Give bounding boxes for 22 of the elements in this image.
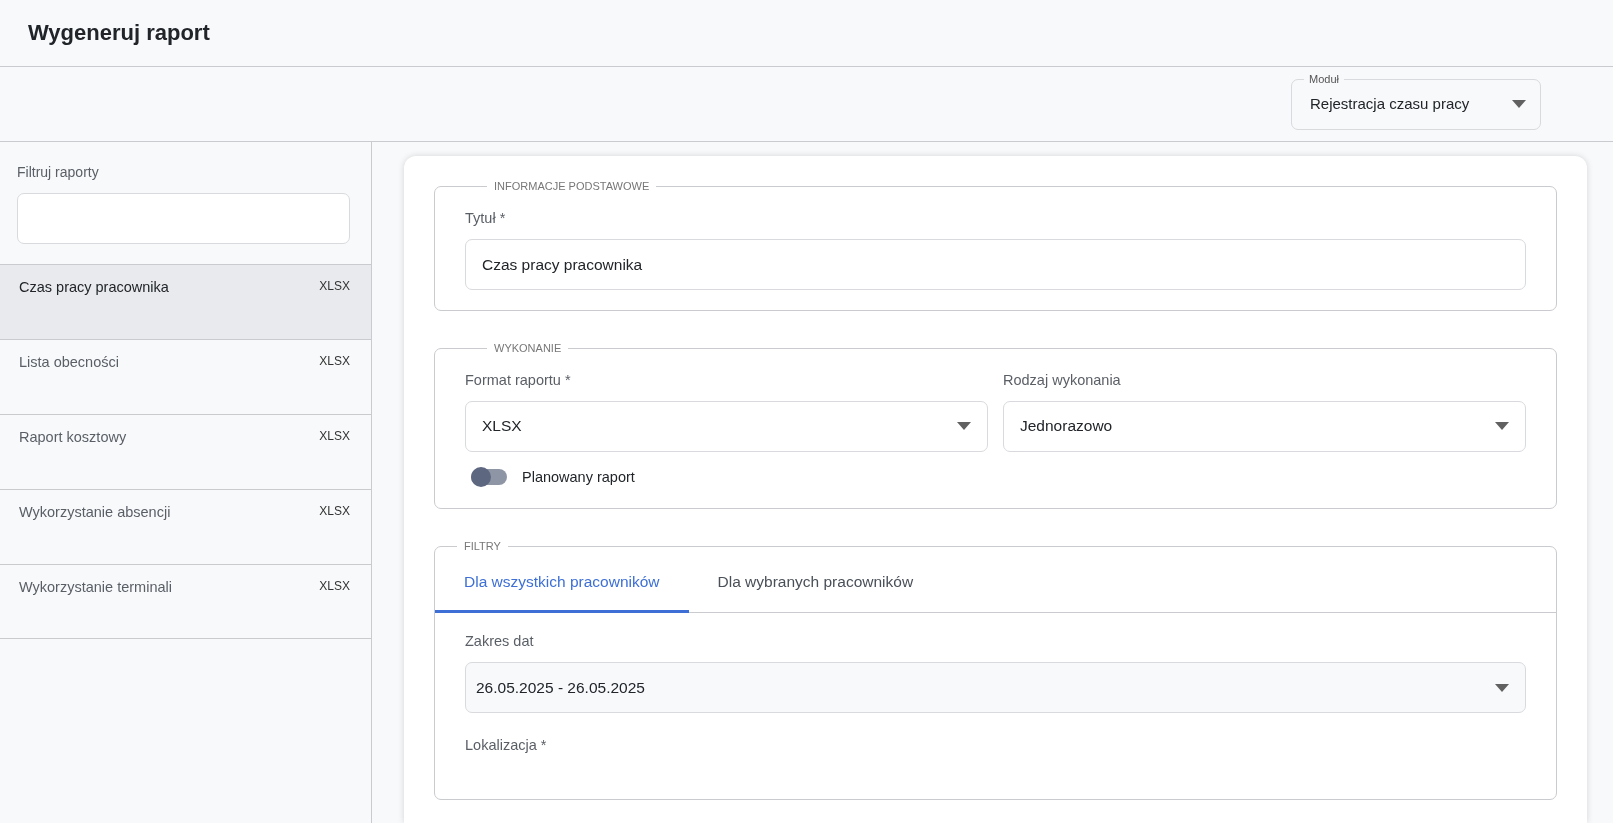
field-label: Lokalizacja * bbox=[465, 736, 548, 755]
field-label: Format raportu * bbox=[465, 370, 572, 390]
page-title: Wygeneruj raport bbox=[28, 19, 210, 47]
field-label: Zakres dat bbox=[465, 632, 535, 652]
section-legend: WYKONANIE bbox=[487, 342, 569, 354]
report-item[interactable]: Wykorzystanie terminali XLSX bbox=[0, 564, 371, 639]
report-item[interactable]: Wykorzystanie absencji XLSX bbox=[0, 489, 371, 564]
report-item[interactable]: Lista obecności XLSX bbox=[0, 339, 371, 414]
text-input[interactable]: Czas pracy pracownika bbox=[465, 238, 1526, 290]
field-label: Filtruj raporty bbox=[17, 163, 100, 182]
switch-label: Planowany raport bbox=[522, 467, 635, 487]
section-legend: FILTRY bbox=[457, 541, 508, 553]
section-legend: INFORMACJE PODSTAWOWE bbox=[487, 181, 657, 192]
select-field[interactable]: XLSX bbox=[465, 400, 988, 452]
date-range-field[interactable]: 26.05.2025 - 26.05.2025 bbox=[465, 662, 1526, 713]
report-item[interactable]: Raport kosztowy XLSX bbox=[0, 414, 371, 489]
field-label: Rodzaj wykonania bbox=[1003, 370, 1122, 390]
field-label: Tytuł * bbox=[465, 209, 507, 228]
tab[interactable]: Dla wszystkich pracowników bbox=[435, 552, 689, 614]
select-field[interactable]: Jednorazowo bbox=[1003, 400, 1526, 452]
report-item[interactable]: Czas pracy pracownika XLSX bbox=[0, 264, 371, 339]
tab[interactable]: Dla wybranych pracowników bbox=[688, 552, 943, 614]
